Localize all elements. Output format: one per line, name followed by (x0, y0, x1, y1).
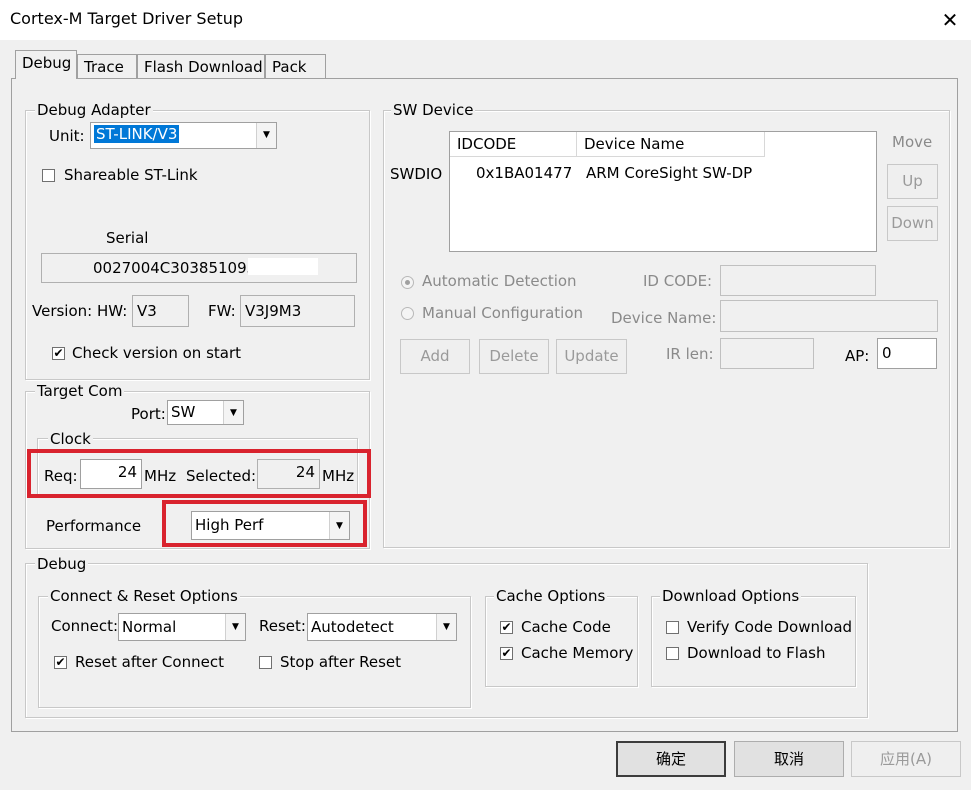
auto-detect-radio[interactable] (401, 276, 414, 289)
shareable-label: Shareable ST-Link (64, 166, 198, 184)
clock-label: Clock (48, 430, 93, 448)
manual-config-label: Manual Configuration (422, 304, 584, 322)
performance-label: Performance (46, 517, 142, 535)
device-name-input[interactable] (720, 300, 938, 332)
debug-adapter-label: Debug Adapter (35, 101, 153, 119)
cache-memory-checkbox[interactable]: ✔ (500, 647, 513, 660)
cache-code-checkbox[interactable]: ✔ (500, 621, 513, 634)
reset-after-connect-label: Reset after Connect (75, 653, 224, 671)
apply-button[interactable]: 应用(A) (851, 741, 961, 777)
id-code-input[interactable] (720, 265, 876, 296)
table-row[interactable]: 0x1BA01477 ARM CoreSight SW-DP (450, 162, 876, 186)
download-to-flash-label: Download to Flash (687, 644, 826, 662)
ok-button[interactable]: 确定 (616, 741, 726, 777)
move-label: Move (892, 133, 933, 151)
id-code-label: ID CODE: (643, 272, 713, 290)
hw-version-field: V3 (132, 295, 189, 327)
serial-label: Serial (106, 229, 149, 247)
stop-after-reset-label: Stop after Reset (280, 653, 402, 671)
reset-value: Autodetect (311, 618, 394, 636)
verify-code-label: Verify Code Download (687, 618, 853, 636)
manual-config-radio[interactable] (401, 307, 414, 320)
cache-code-label: Cache Code (521, 618, 611, 636)
fw-version-field: V3J9M3 (240, 295, 355, 327)
connect-value: Normal (122, 618, 177, 636)
connect-reset-label: Connect & Reset Options (48, 587, 240, 605)
cache-options-group (485, 596, 638, 687)
row-device-name: ARM CoreSight SW-DP (586, 164, 753, 182)
unit-select[interactable]: ST-LINK/V3 ▼ (90, 122, 277, 149)
download-to-flash-checkbox[interactable] (666, 647, 679, 660)
verify-code-checkbox[interactable] (666, 621, 679, 634)
chevron-down-icon: ▼ (223, 401, 243, 424)
row-idcode: 0x1BA01477 (476, 164, 573, 182)
cache-memory-label: Cache Memory (521, 644, 634, 662)
add-button[interactable]: Add (400, 339, 470, 374)
reset-after-connect-checkbox[interactable]: ✔ (54, 656, 67, 669)
tab-trace[interactable]: Trace (77, 54, 137, 78)
reset-label: Reset: (259, 617, 306, 635)
chevron-down-icon: ▼ (256, 123, 276, 148)
tab-pack[interactable]: Pack (265, 54, 326, 78)
port-select[interactable]: SW ▼ (167, 400, 244, 425)
ir-len-label: IR len: (666, 345, 714, 363)
device-name-label: Device Name: (611, 309, 717, 327)
column-header-device-name[interactable]: Device Name (577, 132, 765, 157)
clock-highlight-box (27, 449, 371, 498)
chevron-down-icon: ▼ (436, 614, 456, 640)
port-label: Port: (131, 405, 166, 423)
swdio-label: SWDIO (390, 165, 443, 183)
connect-select[interactable]: Normal ▼ (118, 613, 246, 641)
target-com-label: Target Com (35, 382, 125, 400)
close-icon[interactable]: ✕ (936, 6, 964, 34)
fw-label: FW: (208, 302, 236, 320)
unit-value: ST-LINK/V3 (94, 125, 180, 143)
down-button[interactable]: Down (887, 206, 938, 241)
shareable-checkbox[interactable] (42, 169, 55, 182)
download-options-group (651, 596, 856, 687)
download-options-label: Download Options (660, 587, 802, 605)
chevron-down-icon: ▼ (225, 614, 245, 640)
auto-detect-label: Automatic Detection (422, 272, 577, 290)
delete-button[interactable]: Delete (479, 339, 549, 374)
tab-debug[interactable]: Debug (15, 50, 77, 79)
debug-adapter-group (25, 110, 370, 380)
check-version-checkbox[interactable]: ✔ (52, 347, 65, 360)
sw-device-label: SW Device (391, 101, 476, 119)
ap-label: AP: (845, 347, 870, 365)
ir-len-input[interactable] (720, 338, 814, 369)
port-value: SW (171, 403, 196, 421)
column-header-idcode[interactable]: IDCODE (450, 132, 577, 157)
unit-label: Unit: (49, 127, 85, 145)
window-title: Cortex-M Target Driver Setup (10, 9, 243, 28)
version-label: Version: HW: (32, 302, 128, 320)
cancel-button[interactable]: 取消 (734, 741, 844, 777)
update-button[interactable]: Update (556, 339, 627, 374)
stop-after-reset-checkbox[interactable] (259, 656, 272, 669)
connect-label: Connect: (51, 617, 119, 635)
serial-redaction (248, 258, 318, 275)
cache-options-label: Cache Options (494, 587, 608, 605)
ap-input[interactable]: 0 (877, 338, 937, 369)
device-table[interactable]: IDCODE Device Name 0x1BA01477 ARM CoreSi… (449, 131, 877, 252)
debug-group-label: Debug (35, 555, 89, 573)
up-button[interactable]: Up (887, 164, 938, 199)
tab-flash-download[interactable]: Flash Download (137, 54, 265, 78)
check-version-label: Check version on start (72, 344, 242, 362)
performance-highlight-box (162, 500, 367, 547)
reset-select[interactable]: Autodetect ▼ (307, 613, 457, 641)
